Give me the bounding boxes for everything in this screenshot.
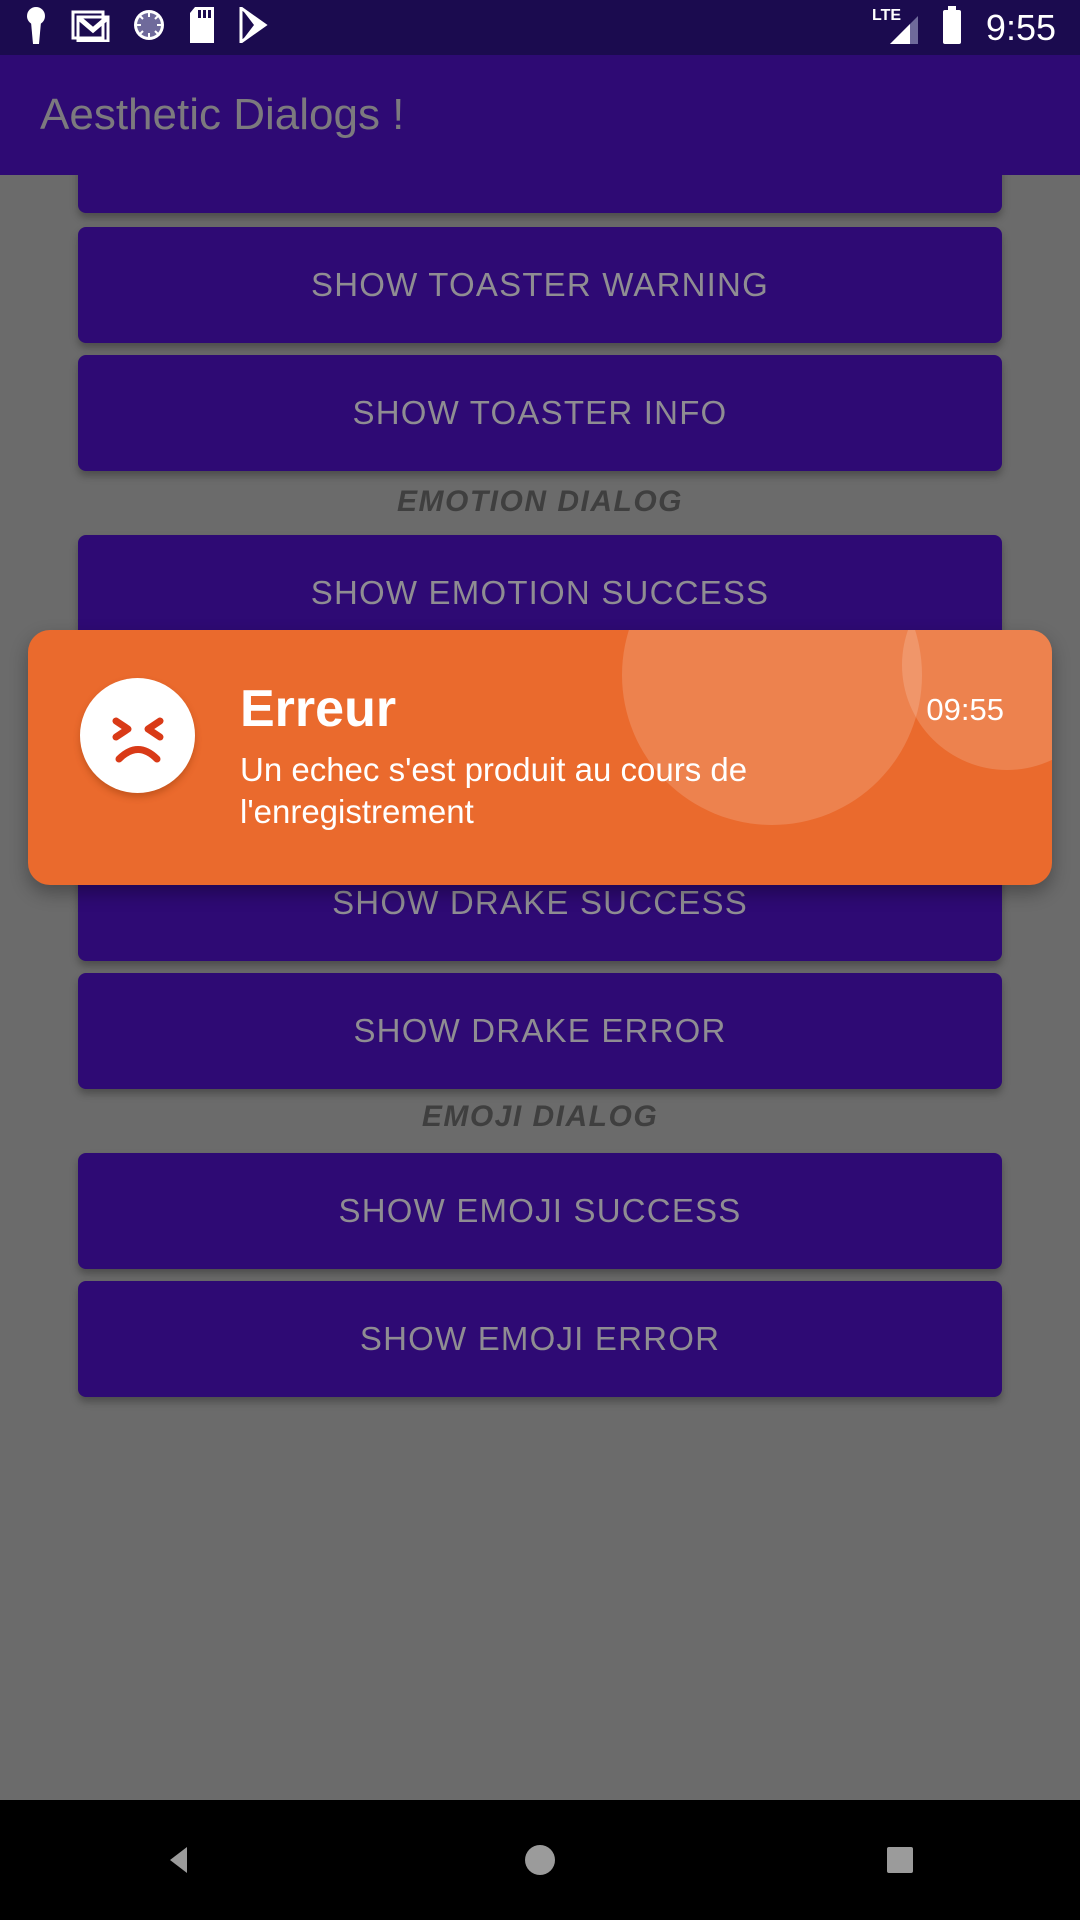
android-navigation-bar <box>0 1800 1080 1920</box>
button-label: SHOW EMOJI SUCCESS <box>338 1192 742 1229</box>
back-icon[interactable] <box>120 1800 240 1920</box>
home-icon[interactable] <box>480 1800 600 1920</box>
sd-card-icon <box>188 7 216 48</box>
button-label: SHOW TOASTER INFO <box>352 394 728 431</box>
battery-full-icon <box>940 5 964 50</box>
toast-text-block: Erreur Un echec s'est produit au cours d… <box>240 682 760 833</box>
section-header-emotion-dialog: EMOTION DIALOG <box>397 485 683 518</box>
app-bar: Aesthetic Dialogs ! <box>0 55 1080 175</box>
show-emoji-error-button[interactable]: SHOW EMOJI ERROR <box>78 1281 1002 1397</box>
status-bar: LTE 9:55 <box>0 0 1080 55</box>
toast-message: Un echec s'est produit au cours de l'enr… <box>240 750 748 830</box>
gmail-icon <box>70 8 110 47</box>
page-title: Aesthetic Dialogs ! <box>40 90 405 139</box>
play-store-icon <box>238 5 268 48</box>
toast-timestamp: 09:55 <box>926 692 1004 727</box>
show-emoji-success-button[interactable]: SHOW EMOJI SUCCESS <box>78 1153 1002 1269</box>
button-label: SHOW DRAKE ERROR <box>353 1012 727 1049</box>
show-toaster-warning-button[interactable]: SHOW TOASTER WARNING <box>78 227 1002 343</box>
show-drake-error-button[interactable]: SHOW DRAKE ERROR <box>78 973 1002 1089</box>
toast-title: Erreur <box>240 680 397 738</box>
status-bar-system-icons: LTE 9:55 <box>872 4 1056 51</box>
error-toast-dialog[interactable]: Erreur Un echec s'est produit au cours d… <box>28 630 1052 885</box>
keyhole-icon <box>24 6 48 49</box>
button-label: SHOW TOASTER WARNING <box>311 266 769 303</box>
show-toaster-info-button[interactable]: SHOW TOASTER INFO <box>78 355 1002 471</box>
status-bar-clock: 9:55 <box>985 6 1056 48</box>
list-item[interactable] <box>78 175 1002 213</box>
section-header-emoji-dialog: EMOJI DIALOG <box>421 1100 659 1133</box>
status-bar-notification-icons <box>24 5 268 49</box>
svg-text:LTE: LTE <box>872 7 901 24</box>
button-label: SHOW DRAKE SUCCESS <box>332 884 748 921</box>
recents-icon[interactable] <box>840 1800 960 1920</box>
scroll-content[interactable]: SHOW TOASTER WARNING SHOW TOASTER INFO E… <box>0 175 1080 1800</box>
button-label: SHOW EMOJI ERROR <box>359 1320 721 1357</box>
sad-squint-face-icon <box>80 678 195 793</box>
signal-strength-icon: LTE <box>872 4 924 51</box>
sync-spinner-icon <box>132 8 166 47</box>
button-label: SHOW EMOTION SUCCESS <box>310 574 770 611</box>
